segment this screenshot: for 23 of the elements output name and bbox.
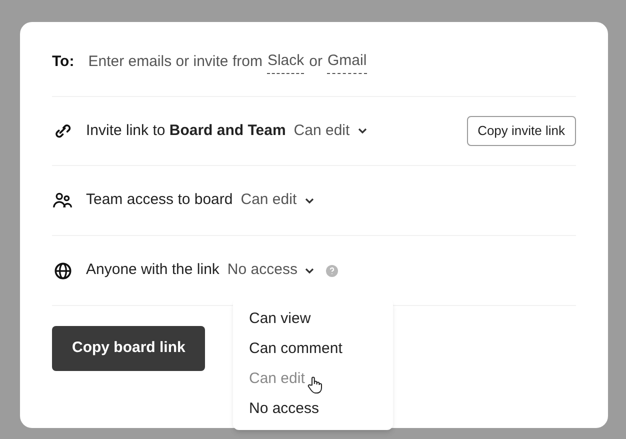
row-label: Invite link to Board and Team [86, 120, 286, 141]
hint-text: or [309, 52, 322, 72]
permission-select[interactable]: Can edit [240, 189, 314, 212]
copy-board-link-button[interactable]: Copy board link [52, 326, 206, 371]
menu-item[interactable]: Can edit [249, 368, 305, 390]
chevron-down-icon [305, 268, 314, 274]
to-label: To: [52, 52, 74, 72]
menu-item[interactable]: No access [249, 398, 320, 420]
chevron-down-icon [358, 128, 367, 134]
row-label: Team access to board [86, 190, 233, 210]
menu-item[interactable]: Can comment [249, 338, 342, 360]
integration-link[interactable]: Gmail [327, 50, 367, 74]
help-icon[interactable] [326, 264, 338, 276]
row-label: Anyone with the link [86, 260, 220, 280]
hand-cursor-icon [306, 376, 323, 394]
hint-text: Enter emails or invite from [88, 52, 262, 72]
copy-invite-link-button[interactable]: Copy invite link [466, 116, 576, 146]
recipients-field[interactable]: Enter emails or invite from Slack or Gmail [88, 50, 367, 74]
permission-select[interactable]: Can edit [294, 120, 367, 142]
permission-select[interactable]: No access [227, 259, 314, 282]
menu-item[interactable]: Can view [249, 308, 311, 330]
chevron-down-icon [304, 198, 314, 204]
integration-link[interactable]: Slack [267, 50, 304, 74]
